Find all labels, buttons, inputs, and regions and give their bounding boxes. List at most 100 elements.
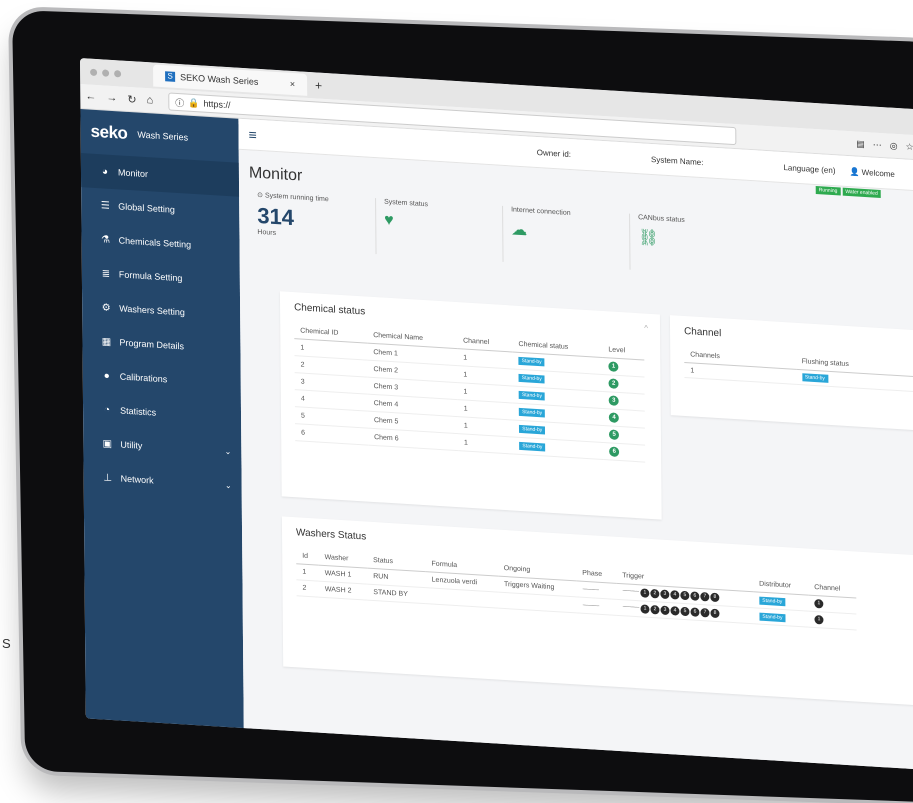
reader-view-icon[interactable]: ▤ <box>856 138 865 150</box>
link-icon: ⛓ <box>638 229 659 248</box>
close-window-button[interactable] <box>90 68 98 76</box>
trigger-dot: 8 <box>710 592 720 603</box>
seko-favicon-icon: S <box>165 71 176 82</box>
forward-icon[interactable]: → <box>101 91 122 105</box>
system-name: System Name: <box>650 154 704 167</box>
trigger-dot: 3 <box>660 589 670 600</box>
trigger-text: ------------ <box>622 603 639 612</box>
washers-status-card: Washers Status Id Washer Status Formula … <box>281 516 913 710</box>
url-text: https:// <box>203 98 231 111</box>
pie-icon: ◔ <box>103 403 111 416</box>
status-badge: Stand-by <box>519 424 546 435</box>
cell <box>497 592 577 613</box>
sidebar-item-label: Program Details <box>119 337 185 352</box>
trigger-indicators: 12345678 <box>640 588 720 603</box>
back-icon[interactable]: ← <box>80 90 101 103</box>
sliders-icon: ☰ <box>100 199 110 212</box>
bookmark-star-icon[interactable]: ☆ <box>906 141 913 153</box>
level-badge: 5 <box>609 429 620 441</box>
tab-title: SEKO Wash Series <box>180 72 259 87</box>
trigger-dot: 8 <box>710 608 720 619</box>
chemical-status-card: Chemical status ^ Chemical ID Chemical N… <box>279 291 662 520</box>
level-badge: 6 <box>609 446 620 458</box>
sidebar-item-label: Chemicals Setting <box>118 235 192 250</box>
trigger-text: ------------ <box>622 587 639 596</box>
sidebar-item-label: Washers Setting <box>119 303 185 318</box>
channel-dot: 1 <box>814 614 824 625</box>
app-root: seko Wash Series ◕ Monitor ☰ Global Sett… <box>80 109 913 773</box>
collapse-chevron-icon[interactable]: ^ <box>644 324 648 333</box>
more-icon[interactable]: ⋯ <box>873 139 882 151</box>
cell: 6 <box>295 423 369 446</box>
sidebar-item-label: Calibrations <box>119 371 168 385</box>
status-badge: Stand-by <box>519 441 546 452</box>
sidebar-item-label: Formula Setting <box>118 269 183 284</box>
status-badge: Stand-by <box>518 356 545 367</box>
seko-logo: seko <box>90 121 128 143</box>
channel-card: Channel Channels Flushing status 1 Stand-… <box>669 315 913 434</box>
sidebar-item-label: Network <box>120 473 154 486</box>
reload-icon[interactable]: ↻ <box>122 92 141 106</box>
level-badge: 2 <box>608 378 619 389</box>
cell <box>425 587 499 609</box>
info-icon[interactable]: ⓘ <box>175 95 184 109</box>
minimize-window-button[interactable] <box>102 68 110 77</box>
main-content: ≡ Owner id: System Name: Language (en) 👤… <box>238 118 913 773</box>
language-select[interactable]: Language (en) <box>783 163 835 175</box>
cell: 1 <box>457 433 514 455</box>
canbus-stat: CANbus status ⛓ <box>630 214 756 278</box>
sidebar-item-label: Global Setting <box>118 201 175 215</box>
system-status-stat: System status ♥ <box>376 198 504 262</box>
level-badge: 3 <box>608 395 619 406</box>
internet-label: Internet connection <box>511 206 571 218</box>
sidebar-item-label: Utility <box>120 439 143 451</box>
trigger-dot: 2 <box>650 588 660 599</box>
pocket-icon[interactable]: ◎ <box>890 140 898 151</box>
tab-close-icon[interactable]: × <box>290 79 295 89</box>
maximize-window-button[interactable] <box>114 69 122 78</box>
gears-icon: ⚙ <box>101 301 111 314</box>
distributor-badge: Stand-by <box>759 612 786 622</box>
tablet-screen: S SEKO Wash Series × + ← → ↻ ⌂ ⓘ 🔒 https… <box>80 58 913 773</box>
network-icon: ⊥ <box>103 471 113 484</box>
trigger-dot: 1 <box>640 588 650 598</box>
trigger-dot: 7 <box>700 591 710 602</box>
trigger-dot: 1 <box>640 604 650 614</box>
details-icon: ▦ <box>101 335 112 348</box>
trigger-dot: 4 <box>670 606 680 616</box>
trigger-dot: 4 <box>670 590 680 600</box>
trigger-dot: 5 <box>680 606 690 617</box>
sidebar-item-label: Monitor <box>117 167 149 180</box>
trigger-dot: 6 <box>690 591 700 601</box>
window-controls <box>80 68 131 78</box>
cell: STAND BY <box>367 584 426 604</box>
cell: 1 <box>296 563 319 582</box>
status-badge: Stand-by <box>518 390 545 401</box>
channel-dot: 1 <box>814 598 824 609</box>
chevron-down-icon: ⌄ <box>224 480 232 490</box>
cell: 2 <box>296 579 319 598</box>
owner-id: Owner id: <box>536 147 572 159</box>
running-time-stat: ⊙ System running time 314 Hours <box>249 190 377 255</box>
internet-stat: Internet connection ☁ <box>503 205 631 270</box>
hamburger-menu-icon[interactable]: ≡ <box>239 126 267 144</box>
chemical-status-table: Chemical ID Chemical Name Channel Chemic… <box>294 323 646 463</box>
clock-icon: ⊙ <box>257 191 264 200</box>
sidebar: seko Wash Series ◕ Monitor ☰ Global Sett… <box>80 109 244 730</box>
canbus-label: CANbus status <box>638 214 685 225</box>
cell: ------------ <box>576 596 617 616</box>
chevron-down-icon: ⌄ <box>224 446 232 456</box>
home-icon[interactable]: ⌂ <box>141 94 158 107</box>
heartbeat-icon: ♥ <box>384 211 394 230</box>
trigger-dot: 3 <box>660 605 670 616</box>
trigger-indicators: 12345678 <box>640 604 720 619</box>
new-tab-button[interactable]: + <box>315 78 322 92</box>
trigger-dot: 2 <box>650 604 660 615</box>
status-badge: Stand-by <box>518 373 545 384</box>
distributor-badge: Stand-by <box>759 596 786 606</box>
tablet-device: S SEKO Wash Series × + ← → ↻ ⌂ ⓘ 🔒 https… <box>0 0 913 803</box>
system-status-label: System status <box>384 198 429 209</box>
column-header[interactable]: Id <box>296 548 319 566</box>
user-menu[interactable]: 👤 Welcome <box>849 167 894 179</box>
trigger-dot: 6 <box>690 607 700 617</box>
